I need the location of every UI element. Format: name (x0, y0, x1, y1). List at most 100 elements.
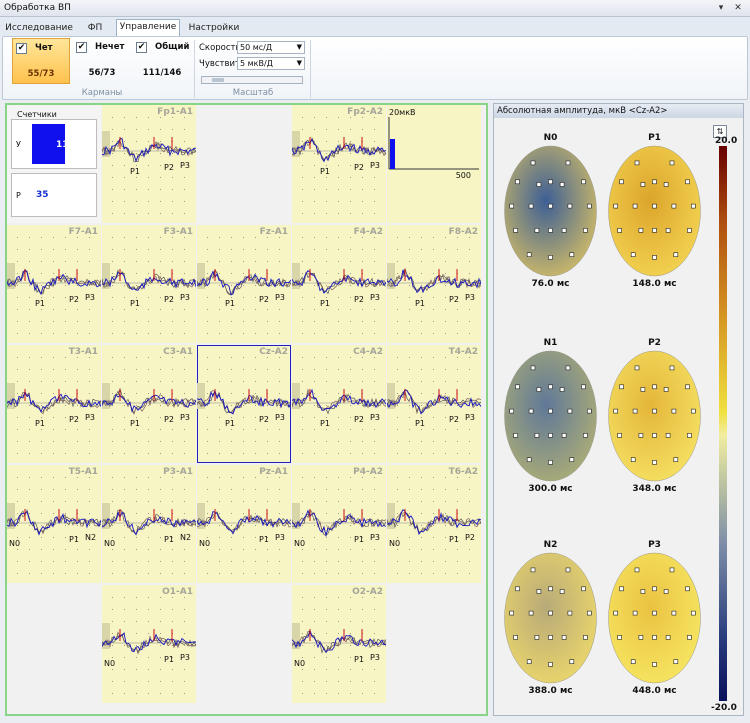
peak-label: P3 (465, 293, 475, 302)
peak-label: P2 (69, 415, 79, 424)
electrode-marker (583, 635, 588, 640)
channel-cell[interactable]: C3-A1 P1 P2 P3 (102, 345, 196, 463)
pocket-even-checkbox[interactable]: ✔ (16, 43, 27, 54)
topomap[interactable]: P3 448.0 мс (606, 540, 703, 696)
channel-cell[interactable]: Pz-A1 N0 P1 P3 (197, 465, 291, 583)
waveform-trace (292, 270, 386, 294)
channel-cell[interactable]: Fz-A1 P1 P2 P3 (197, 225, 291, 343)
electrode-marker (663, 387, 669, 392)
electrode-marker (548, 179, 553, 185)
peak-label: P3 (180, 413, 190, 422)
electrode-marker (548, 408, 553, 414)
electrode-marker (687, 433, 692, 438)
counter-key: У (16, 140, 21, 149)
tab-research[interactable]: Исследование (4, 21, 74, 36)
electrode-marker (565, 365, 571, 371)
waveform-plot (102, 237, 196, 334)
peak-label: P1 (320, 167, 330, 176)
speed-dropdown[interactable]: 50 мс/Д ▼ (237, 41, 305, 54)
pocket-odd-checkbox[interactable]: ✔ (76, 42, 87, 53)
scale-scrollbar[interactable] (201, 76, 303, 84)
electrode-marker (652, 635, 657, 640)
pocket-even[interactable]: ✔ Чет 55/73 (12, 38, 70, 84)
channel-cell[interactable]: Cz-A2 P1 P2 P3 (197, 345, 291, 463)
electrode-marker (509, 610, 514, 616)
electrode-marker (640, 182, 646, 187)
topomap-name: P3 (648, 540, 661, 550)
waveform-plot (7, 357, 101, 454)
topomap[interactable]: N0 76.0 мс (502, 133, 599, 289)
topomap[interactable]: N1 300.0 мс (502, 338, 599, 494)
pocket-even-label: Чет (35, 43, 53, 53)
ribbon-separator (310, 40, 311, 98)
peak-label: N0 (389, 539, 401, 548)
peak-label: P3 (275, 413, 285, 422)
peak-label: P1 (354, 655, 364, 664)
speed-label: Скорость (199, 43, 241, 53)
channel-cell[interactable]: O2-A2 N0 P1 P3 (292, 585, 386, 703)
electrode-marker (685, 586, 690, 592)
channel-cell[interactable]: Fp2-A2 P1 P2 P3 (292, 105, 386, 223)
waveform-trace (387, 511, 481, 533)
waveform-plot (292, 357, 386, 454)
topomap[interactable]: P2 348.0 мс (606, 338, 703, 494)
channel-cell[interactable]: C4-A2 P1 P2 P3 (292, 345, 386, 463)
electrode-marker (652, 179, 657, 185)
channel-cell[interactable]: T4-A2 P1 P2 P3 (387, 345, 481, 463)
electrode-marker (687, 228, 692, 233)
sensitivity-dropdown[interactable]: 5 мкВ/Д ▼ (237, 57, 305, 70)
electrode-marker (530, 567, 536, 573)
tab-fp[interactable]: ФП (76, 21, 114, 36)
electrode-marker (619, 384, 624, 390)
electrode-marker (587, 408, 592, 414)
electrode-marker (536, 182, 542, 187)
pocket-total-checkbox[interactable]: ✔ (136, 42, 147, 53)
peak-label: N0 (199, 539, 211, 548)
channel-cell[interactable]: T6-A2 N0 P1 P2 (387, 465, 481, 583)
channel-cell[interactable]: Fp1-A1 P1 P2 P3 (102, 105, 196, 223)
channel-cell[interactable]: F4-A2 P1 P2 P3 (292, 225, 386, 343)
pocket-odd-value: 56/73 (88, 68, 116, 78)
scrollbar-thumb[interactable] (212, 78, 224, 82)
channel-cell[interactable]: T5-A1 N0 P1 N2 (7, 465, 101, 583)
channel-cell[interactable]: O1-A1 N0 P1 P3 (102, 585, 196, 703)
channel-cell[interactable]: P4-A2 N0 P1 P3 (292, 465, 386, 583)
peak-label: P3 (275, 293, 285, 302)
tab-control[interactable]: Управление (116, 19, 180, 36)
electrode-marker (638, 228, 644, 233)
peak-label: P3 (180, 293, 190, 302)
topomap-name: P1 (648, 133, 661, 143)
channel-cell[interactable]: F8-A2 P1 P2 P3 (387, 225, 481, 343)
waveform-plot (102, 477, 196, 574)
window-close-button[interactable]: ✕ (732, 2, 744, 14)
ribbon-tabs: Исследование ФП Управление Настройки (0, 17, 750, 36)
electrode-marker (567, 203, 573, 209)
electrode-marker (530, 365, 536, 371)
topomap[interactable]: N2 388.0 мс (502, 540, 599, 696)
topomap[interactable]: P1 148.0 мс (606, 133, 703, 289)
pocket-total[interactable]: ✔ Общий 111/146 (133, 38, 191, 84)
channel-cell[interactable]: F7-A1 P1 P2 P3 (7, 225, 101, 343)
electrode-marker (515, 179, 520, 185)
pocket-odd[interactable]: ✔ Нечет 56/73 (73, 38, 131, 84)
waveform-plot (102, 597, 196, 694)
counter-value: 111 (56, 140, 75, 150)
pockets-group-label: Карманы (81, 88, 123, 98)
electrode-marker (671, 408, 677, 414)
electrode-marker (673, 659, 679, 664)
peak-label: N0 (294, 659, 306, 668)
waveform-trace (292, 631, 386, 654)
pocket-total-label: Общий (155, 42, 190, 52)
topomap-name: P2 (648, 338, 661, 348)
channel-cell[interactable]: F3-A1 P1 P2 P3 (102, 225, 196, 343)
electrode-marker (691, 610, 696, 616)
channel-cell[interactable]: P3-A1 N0 P1 N2 (102, 465, 196, 583)
peak-label: P2 (164, 295, 174, 304)
tab-settings[interactable]: Настройки (184, 21, 244, 36)
electrode-marker (652, 610, 657, 616)
topomap-time: 76.0 мс (531, 279, 570, 289)
channel-cell[interactable]: T3-A1 P1 P2 P3 (7, 345, 101, 463)
panel-title: Абсолютная амплитуда, мкВ <Cz-A2> (494, 104, 743, 118)
window-menu-button[interactable]: ▾ (715, 2, 727, 14)
peak-label: P1 (354, 535, 364, 544)
